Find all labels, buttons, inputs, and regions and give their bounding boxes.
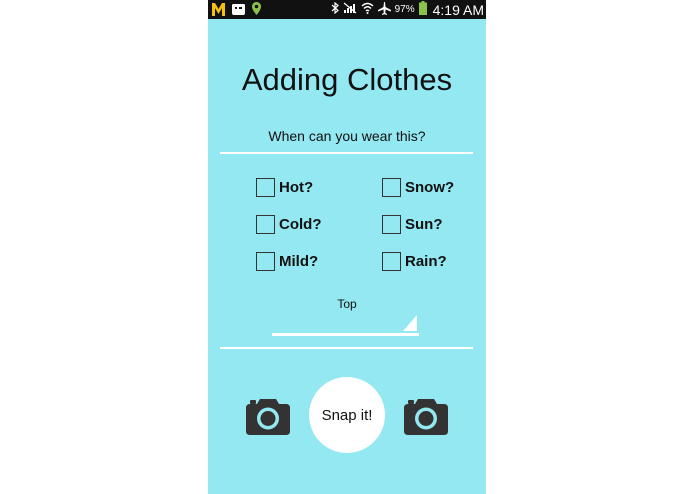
chat-notification-icon (232, 4, 245, 15)
checkbox-box[interactable] (256, 252, 275, 271)
checkbox-box[interactable] (382, 178, 401, 197)
checkbox-label: Rain? (405, 253, 447, 270)
checkbox-snow[interactable]: Snow? (382, 178, 454, 197)
page-title: Adding Clothes (241, 62, 453, 97)
clock: 4:19 AM (432, 1, 484, 18)
camera-right-icon[interactable] (404, 397, 448, 435)
system-icons: 97% 4:19 AM (331, 1, 484, 18)
spinner-dropdown-icon[interactable] (403, 315, 417, 331)
checkbox-label: Sun? (405, 216, 443, 233)
m-logo-icon (212, 3, 225, 16)
checkbox-sun[interactable]: Sun? (382, 215, 443, 234)
checkbox-cold[interactable]: Cold? (256, 215, 322, 234)
bluetooth-icon (331, 1, 339, 17)
battery-percentage: 97% (394, 4, 415, 15)
no-signal-icon (343, 2, 357, 17)
location-pin-icon (252, 1, 261, 18)
notification-icons (212, 1, 261, 18)
checkbox-label: Snow? (405, 179, 455, 196)
checkbox-label: Mild? (279, 253, 319, 270)
checkbox-box[interactable] (382, 252, 401, 271)
airplane-mode-icon (377, 1, 391, 18)
divider-bottom (220, 347, 473, 349)
battery-icon (418, 1, 427, 18)
snap-it-button[interactable]: Snap it! (309, 377, 385, 453)
wear-question-label: When can you wear this? (268, 128, 426, 144)
camera-left-icon[interactable] (246, 397, 290, 435)
checkbox-box[interactable] (382, 215, 401, 234)
checkbox-mild[interactable]: Mild? (256, 252, 318, 271)
checkbox-hot[interactable]: Hot? (256, 178, 313, 197)
checkbox-box[interactable] (256, 215, 275, 234)
checkbox-label: Hot? (279, 179, 314, 196)
status-bar: 97% 4:19 AM (208, 0, 486, 19)
category-spinner-underline[interactable] (272, 333, 419, 336)
wifi-icon (361, 2, 374, 17)
divider-top (220, 152, 473, 154)
checkbox-label: Cold? (279, 216, 322, 233)
category-spinner-value[interactable]: Top (208, 297, 486, 311)
phone-screen: 97% 4:19 AM Adding Clothes When can you … (208, 0, 486, 494)
checkbox-rain[interactable]: Rain? (382, 252, 447, 271)
checkbox-box[interactable] (256, 178, 275, 197)
